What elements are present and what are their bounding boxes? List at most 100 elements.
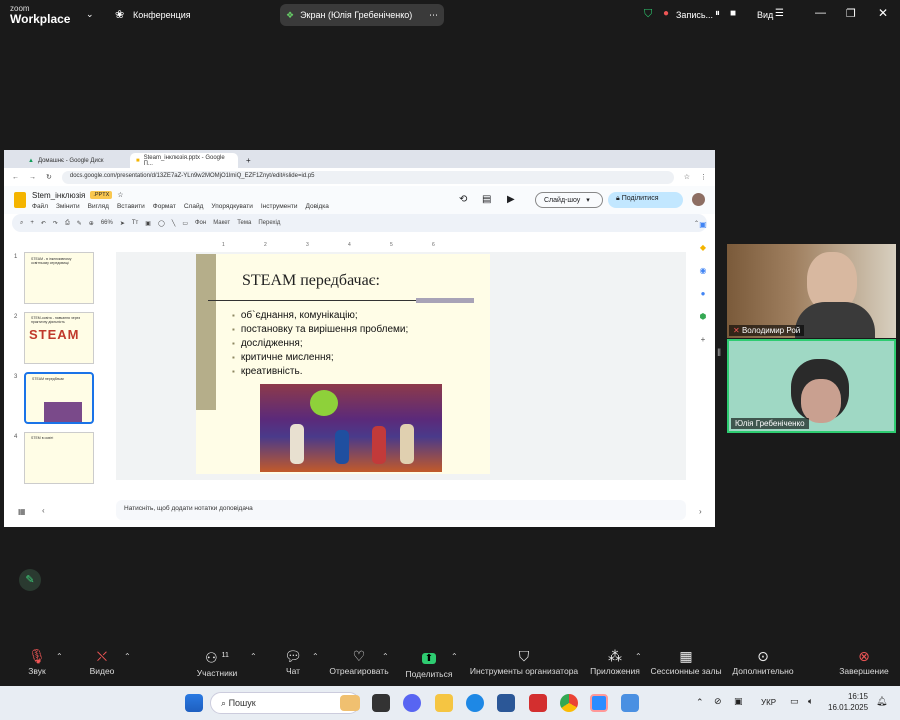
file-explorer-icon[interactable] [435, 694, 453, 712]
network-off-icon[interactable]: ⊘ [714, 696, 722, 707]
shape-icon[interactable]: ◯ [158, 220, 165, 227]
chevron-up-icon[interactable]: ⌃ [312, 652, 319, 661]
chevron-up-icon[interactable]: ⌃ [250, 652, 257, 661]
stop-icon[interactable]: ■ [730, 8, 736, 19]
task-view-icon[interactable] [372, 694, 390, 712]
more-button[interactable]: ⊙ Дополнительно [730, 646, 796, 686]
comment-add-icon[interactable]: ▭ [182, 220, 188, 227]
tray-chevron-icon[interactable]: ⌃ [696, 697, 704, 708]
paint-format-icon[interactable]: ✎ [77, 220, 82, 227]
video-tile-participant-2[interactable]: Юлія Гребеніченко [727, 339, 896, 433]
menu-insert[interactable]: Вставити [117, 203, 145, 210]
comments-icon[interactable]: ▤ [482, 194, 491, 205]
photos-icon[interactable] [621, 694, 639, 712]
forward-icon[interactable]: → [29, 174, 36, 181]
teams-tray-icon[interactable]: ▣ [734, 696, 743, 707]
taskbar-search[interactable]: ⌕ Пошук [210, 692, 360, 714]
add-addon-icon[interactable]: + [701, 335, 706, 344]
windows-start-icon[interactable] [185, 694, 203, 712]
menu-tools[interactable]: Інструменти [261, 203, 298, 210]
transition-button[interactable]: Перехід [258, 220, 280, 226]
line-icon[interactable]: ╲ [172, 220, 176, 227]
menu-file[interactable]: Файл [32, 203, 48, 210]
back-icon[interactable]: ← [12, 174, 19, 181]
close-icon[interactable]: ✕ [878, 6, 888, 20]
notification-bell-icon[interactable]: 🔔︎ [876, 696, 887, 707]
apps-button[interactable]: ⁂ Приложения [588, 646, 642, 686]
react-button[interactable]: ♡ Отреагировать [328, 646, 390, 686]
star-icon[interactable]: ☆ [117, 191, 123, 199]
end-meeting-button[interactable]: ⊗ Завершение [838, 646, 890, 686]
language-indicator[interactable]: УКР [761, 698, 776, 707]
chevron-up-icon[interactable]: ⌃ [124, 652, 131, 661]
search-menu-icon[interactable]: ⌕ [20, 220, 23, 227]
meet-icon[interactable]: ▶ [507, 194, 515, 205]
minimize-icon[interactable]: — [815, 7, 826, 19]
calendar-icon[interactable]: ▣ [699, 220, 707, 229]
new-slide-icon[interactable]: + [30, 220, 34, 226]
slide-canvas[interactable]: STEAM передбачає: об`єднання, комунікаці… [116, 252, 686, 480]
chat-app-icon[interactable] [403, 694, 421, 712]
menu-edit[interactable]: Змінити [56, 203, 80, 210]
chevron-up-icon[interactable]: ⌃ [451, 652, 458, 661]
contacts-icon[interactable]: ● [701, 289, 706, 298]
menu-help[interactable]: Довідка [305, 203, 328, 210]
chevron-down-icon[interactable]: ⌄ [86, 9, 94, 20]
star-icon[interactable]: ☆ [684, 173, 690, 181]
breakout-rooms-button[interactable]: ▦ Сессионные залы [650, 646, 722, 686]
thumbnail-slide-1[interactable]: STEAM - в інклюзивному освітньому середо… [24, 252, 94, 304]
panel-drag-handle[interactable]: ‖ [717, 348, 721, 359]
slide-bullets[interactable]: об`єднання, комунікацію; постановку та в… [232, 309, 408, 379]
select-icon[interactable]: ➤ [120, 220, 125, 227]
red-app-icon[interactable] [529, 694, 547, 712]
audio-button[interactable]: 🎙︎ Звук [22, 646, 52, 686]
thumbnail-slide-3[interactable]: STEAM передбачає [24, 372, 94, 424]
view-button[interactable]: Вид [757, 10, 773, 20]
collapse-panel-icon[interactable]: ‹ [42, 506, 45, 515]
undo-icon[interactable]: ↶ [41, 220, 46, 227]
thumbnail-slide-4[interactable]: STEM в освіті [24, 432, 94, 484]
chat-button[interactable]: 💬︎ Чат [280, 646, 306, 686]
menu-arrange[interactable]: Упорядкувати [211, 203, 252, 210]
edge-icon[interactable] [466, 694, 484, 712]
display-icon[interactable]: ▭ [790, 696, 799, 707]
avatar[interactable] [692, 193, 705, 206]
taskbar-clock[interactable]: 16:15 16.01.2025 [828, 691, 868, 713]
pause-icon[interactable]: ⏸ [715, 8, 720, 19]
video-button[interactable]: ⛌ Видео [85, 646, 119, 686]
shield-icon[interactable]: ⛉ [644, 8, 652, 21]
history-icon[interactable]: ⟲ [459, 194, 467, 205]
expand-panel-icon[interactable]: › [699, 507, 702, 516]
slide-title[interactable]: STEAM передбачає: [242, 272, 380, 290]
more-icon[interactable]: ⋯ [429, 10, 438, 21]
host-tools-button[interactable]: ⛉ Инструменты организатора [468, 646, 580, 686]
keep-icon[interactable]: ◆ [700, 243, 706, 252]
grid-view-icon[interactable]: ▦ [18, 507, 26, 516]
textbox-icon[interactable]: Tт [132, 220, 138, 226]
document-title[interactable]: Stem_інклюзія [32, 191, 85, 200]
new-tab-icon[interactable]: + [246, 156, 251, 165]
volume-icon[interactable]: 🔈︎ [808, 696, 813, 707]
annotate-pencil-icon[interactable]: ✎ [19, 569, 41, 591]
store-icon[interactable] [497, 694, 515, 712]
print-icon[interactable]: ⎙ [65, 220, 70, 227]
search-highlight-icon[interactable] [340, 695, 360, 711]
zoom-icon[interactable]: ⊕ [89, 220, 94, 227]
menu-slide[interactable]: Слайд [184, 203, 204, 210]
reload-icon[interactable]: ↻ [46, 173, 52, 181]
screen-share-pill[interactable]: ❖ Экран (Юлія Гребеніченко) ⋯ [280, 4, 444, 26]
share-doc-button[interactable]: 🔒︎ Поділитися [608, 192, 683, 208]
tab-presentation[interactable]: ■ Steam_інклюзія.pptx - Google П... [130, 153, 238, 168]
participants-button[interactable]: ⚇ 11 Участники [192, 646, 242, 686]
chrome-icon[interactable] [560, 694, 578, 712]
share-screen-button[interactable]: ⬆ Поделиться [403, 646, 455, 686]
slide-photo[interactable] [260, 384, 442, 472]
restore-icon[interactable]: ❐ [846, 7, 856, 20]
background-button[interactable]: Фон [195, 220, 206, 226]
chevron-up-icon[interactable]: ⌃ [56, 652, 63, 661]
thumbnail-slide-2[interactable]: STEM-освіта - навчання через практичну д… [24, 312, 94, 364]
speaker-notes[interactable]: Натисніть, щоб додати нотатки доповідача [116, 500, 686, 520]
redo-icon[interactable]: ↷ [53, 220, 58, 227]
maps-icon[interactable]: ⬢ [700, 312, 707, 321]
chevron-up-icon[interactable]: ⌃ [635, 652, 642, 661]
